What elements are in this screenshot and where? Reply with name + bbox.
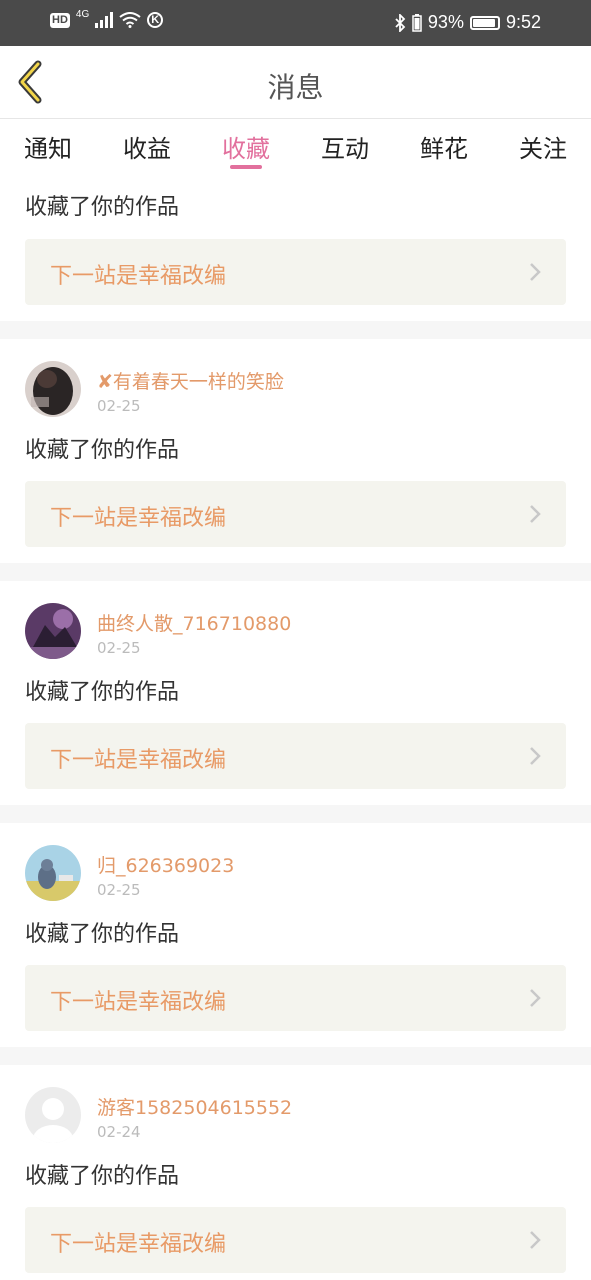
battery-small-icon <box>412 13 422 32</box>
wifi-icon <box>119 12 141 28</box>
bluetooth-icon <box>395 13 406 32</box>
battery-level <box>472 18 495 27</box>
work-card[interactable]: 下一站是幸福改编 <box>25 239 566 305</box>
work-card[interactable]: 下一站是幸福改编 <box>25 1207 566 1273</box>
username[interactable]: 归_626369023 <box>97 851 234 878</box>
divider <box>0 321 591 339</box>
username[interactable]: 曲终人散_716710880 <box>97 609 291 636</box>
battery-icon <box>469 15 500 30</box>
avatar[interactable] <box>25 845 81 901</box>
tab-favorites[interactable]: 收藏 <box>222 119 270 177</box>
action-text: 收藏了你的作品 <box>25 1164 180 1189</box>
list-item: 收藏了你的作品 下一站是幸福改编 <box>0 177 591 321</box>
avatar[interactable] <box>25 1087 81 1143</box>
title-bar: 消息 <box>0 46 591 119</box>
list-item: ✘有着春天一样的笑脸 02-25 收藏了你的作品 下一站是幸福改编 <box>0 339 591 563</box>
work-card[interactable]: 下一站是幸福改编 <box>25 965 566 1031</box>
tab-bar: 通知 收益 收藏 互动 鲜花 关注 <box>0 119 591 177</box>
status-bar: HD 4G K 93% 9:52 <box>0 0 591 46</box>
hd-icon: HD <box>50 12 70 28</box>
list-item: 游客1582504615552 02-24 收藏了你的作品 下一站是幸福改编 <box>0 1065 591 1273</box>
avatar[interactable] <box>25 603 81 659</box>
user-row[interactable]: 归_626369023 02-25 <box>0 823 591 905</box>
tab-follows[interactable]: 关注 <box>519 119 567 177</box>
action-text: 收藏了你的作品 <box>25 680 180 705</box>
tab-interactions[interactable]: 互动 <box>321 119 369 177</box>
tab-earnings[interactable]: 收益 <box>123 119 171 177</box>
clock: 9:52 <box>505 12 541 32</box>
divider <box>0 563 591 581</box>
battery-percent: 93% <box>427 12 464 32</box>
message-list: 收藏了你的作品 下一站是幸福改编 ✘有着春天一样的笑脸 02-25 收藏了你的作… <box>0 177 591 1273</box>
work-title: 下一站是幸福改编 <box>50 506 227 531</box>
user-row[interactable]: 曲终人散_716710880 02-25 <box>0 581 591 663</box>
date: 02-25 <box>97 397 141 415</box>
work-card[interactable]: 下一站是幸福改编 <box>25 723 566 789</box>
work-card[interactable]: 下一站是幸福改编 <box>25 481 566 547</box>
divider <box>0 1047 591 1065</box>
tab-flowers[interactable]: 鲜花 <box>420 119 468 177</box>
page-title: 消息 <box>267 71 324 104</box>
list-item: 归_626369023 02-25 收藏了你的作品 下一站是幸福改编 <box>0 823 591 1047</box>
chevron-right-icon <box>530 989 541 1007</box>
action-text: 收藏了你的作品 <box>25 195 180 220</box>
signal-icon <box>95 12 114 28</box>
chevron-right-icon <box>530 747 541 765</box>
avatar[interactable] <box>25 361 81 417</box>
divider <box>0 805 591 823</box>
work-title: 下一站是幸福改编 <box>50 990 227 1015</box>
date: 02-25 <box>97 639 141 657</box>
work-title: 下一站是幸福改编 <box>50 1232 227 1257</box>
user-row[interactable]: 游客1582504615552 02-24 <box>0 1065 591 1147</box>
date: 02-25 <box>97 881 141 899</box>
work-title: 下一站是幸福改编 <box>50 264 227 289</box>
username[interactable]: 游客1582504615552 <box>97 1093 292 1120</box>
chevron-right-icon <box>530 263 541 281</box>
tab-notifications[interactable]: 通知 <box>24 119 72 177</box>
action-text: 收藏了你的作品 <box>25 922 180 947</box>
chevron-right-icon <box>530 1231 541 1249</box>
username[interactable]: ✘有着春天一样的笑脸 <box>97 367 284 394</box>
action-text: 收藏了你的作品 <box>25 438 180 463</box>
work-title: 下一站是幸福改编 <box>50 748 227 773</box>
user-row[interactable]: ✘有着春天一样的笑脸 02-25 <box>0 339 591 421</box>
chevron-right-icon <box>530 505 541 523</box>
list-item: 曲终人散_716710880 02-25 收藏了你的作品 下一站是幸福改编 <box>0 581 591 805</box>
k-app-icon: K <box>147 12 164 28</box>
network-type: 4G <box>75 8 90 20</box>
date: 02-24 <box>97 1123 141 1141</box>
